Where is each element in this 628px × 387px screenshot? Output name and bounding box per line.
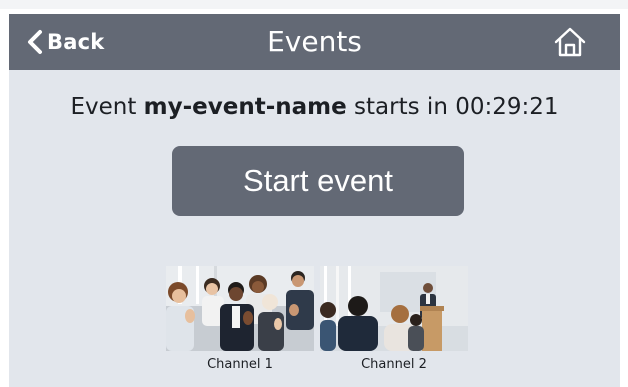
channel-1-tile[interactable]: Channel 1 [166,266,314,372]
event-prefix: Event [70,94,144,120]
channel-1-label: Channel 1 [207,357,273,372]
event-middle: starts in [346,94,456,120]
top-strip [0,0,628,9]
events-screen: Back Events Event my-event-name starts i… [9,14,620,387]
header-bar: Back Events [9,14,620,70]
channel-2-label: Channel 2 [361,357,427,372]
channel-1-thumbnail [166,266,314,351]
start-event-button[interactable]: Start event [172,146,464,216]
event-countdown: 00:29:21 [455,94,559,120]
home-button[interactable] [552,24,588,60]
event-status: Event my-event-name starts in 00:29:21 [9,94,620,120]
page-title: Events [267,25,362,58]
channel-2-tile[interactable]: Channel 2 [320,266,468,372]
event-name: my-event-name [143,94,347,120]
home-icon [554,27,586,57]
channel-2-thumbnail [320,266,468,351]
